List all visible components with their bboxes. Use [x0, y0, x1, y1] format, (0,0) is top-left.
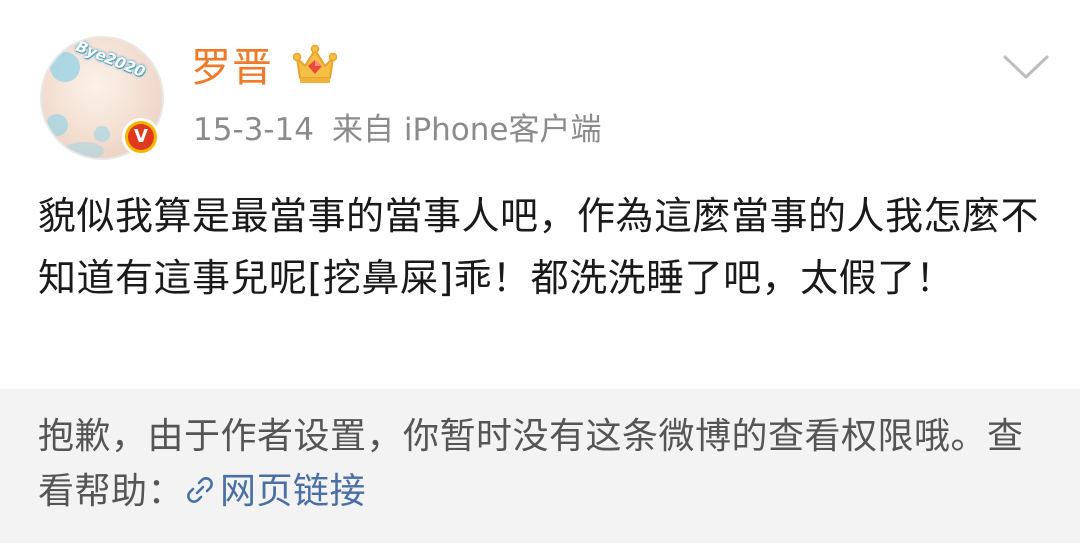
post-meta: 15-3-14 来自 iPhone客户端 — [193, 110, 602, 150]
avatar-decoration — [46, 114, 68, 136]
web-link-label: 网页链接 — [220, 471, 367, 512]
chevron-down-icon[interactable] — [1002, 52, 1050, 82]
verified-badge-icon: V — [122, 118, 160, 156]
web-link[interactable]: 网页链接 — [184, 471, 366, 512]
avatar-decoration — [50, 52, 80, 82]
crown-icon[interactable] — [293, 44, 337, 86]
avatar-container[interactable]: Bye2020 V — [40, 36, 164, 160]
permission-notice: 抱歉，由于作者设置，你暂时没有这条微博的查看权限哦。查看帮助： 网页链接 — [0, 389, 1080, 543]
avatar-decoration — [94, 126, 110, 142]
weibo-post: Bye2020 V 罗晋 15-3-14 来自 iPhone客户端 貌似我算是最當… — [0, 0, 1080, 543]
notice-text-block: 抱歉，由于作者设置，你暂时没有这条微博的查看权限哦。查看帮助： 网页链接 — [38, 409, 1048, 519]
avatar-decoration — [64, 142, 104, 158]
post-content: 貌似我算是最當事的當事人吧，作為這麼當事的人我怎麼不知道有這事兒呢[挖鼻屎]乖！… — [38, 194, 1040, 300]
author-name[interactable]: 罗晋 — [191, 44, 273, 92]
avatar-tag-text: Bye2020 — [73, 36, 148, 82]
post-source: 来自 iPhone客户端 — [332, 112, 602, 148]
link-icon — [187, 477, 213, 503]
post-date: 15-3-14 — [193, 112, 314, 148]
verified-badge-letter: V — [128, 124, 154, 150]
